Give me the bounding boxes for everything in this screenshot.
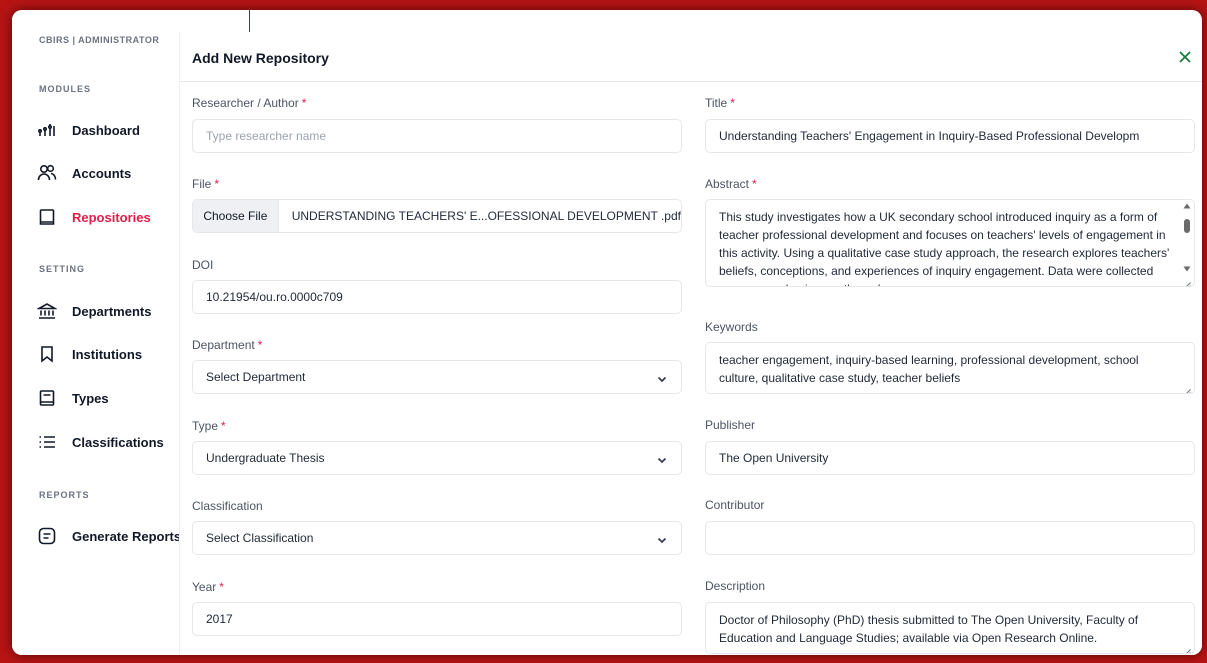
sidebar-item-departments[interactable]: Departments bbox=[36, 298, 151, 324]
scroll-down-icon[interactable] bbox=[1183, 266, 1191, 272]
abstract-label: Abstract * bbox=[705, 177, 757, 191]
publisher-label: Publisher bbox=[705, 418, 756, 432]
sidebar-item-dashboard[interactable]: Dashboard bbox=[36, 117, 140, 143]
abstract-textarea[interactable]: This study investigates how a UK seconda… bbox=[705, 199, 1195, 287]
bookmark-icon bbox=[36, 343, 58, 365]
book-icon bbox=[36, 387, 58, 409]
doi-label: DOI bbox=[192, 258, 214, 272]
sidebar-item-generate-reports[interactable]: Generate Reports bbox=[36, 523, 181, 549]
brand-label: CBIRS | ADMINISTRATOR bbox=[39, 35, 160, 45]
modal-header: Add New Repository bbox=[180, 32, 1202, 82]
resize-grip-icon[interactable] bbox=[1184, 643, 1191, 653]
close-button[interactable] bbox=[1174, 46, 1196, 68]
sidebar-item-label: Departments bbox=[72, 303, 152, 319]
title-label: Title * bbox=[705, 96, 735, 110]
abstract-scrollbar[interactable] bbox=[1180, 200, 1194, 286]
sidebar-item-label: Accounts bbox=[72, 165, 132, 181]
resize-grip-icon[interactable] bbox=[1184, 383, 1191, 393]
chevron-down-icon bbox=[657, 454, 667, 464]
sidebar-item-repositories[interactable]: Repositories bbox=[36, 204, 151, 230]
department-label: Department * bbox=[192, 338, 263, 352]
sidebar-item-classifications[interactable]: Classifications bbox=[36, 429, 164, 455]
users-icon bbox=[36, 162, 58, 184]
sidebar-item-label: Dashboard bbox=[72, 122, 140, 138]
year-label: Year * bbox=[192, 580, 224, 594]
type-label: Type * bbox=[192, 419, 226, 433]
resize-grip-icon[interactable] bbox=[1184, 276, 1191, 286]
add-repository-modal: Add New Repository Researcher / Author * … bbox=[179, 32, 1202, 655]
file-label: File * bbox=[192, 177, 220, 191]
keywords-label: Keywords bbox=[705, 320, 758, 334]
sidebar-item-label: Generate Reports bbox=[72, 528, 182, 544]
contributor-label: Contributor bbox=[705, 498, 765, 512]
description-textarea[interactable]: Doctor of Philosophy (PhD) thesis submit… bbox=[705, 602, 1195, 654]
contributor-input[interactable] bbox=[705, 521, 1195, 555]
sidebar-item-label: Institutions bbox=[72, 346, 143, 362]
report-icon bbox=[36, 525, 58, 547]
sidebar-item-label: Repositories bbox=[72, 209, 151, 225]
publisher-input[interactable]: The Open University bbox=[705, 441, 1195, 475]
researcher-input[interactable]: Type researcher name bbox=[192, 119, 682, 153]
title-input[interactable]: Understanding Teachers' Engagement in In… bbox=[705, 119, 1195, 153]
section-label-setting: SETTING bbox=[39, 264, 86, 274]
sidebar: CBIRS | ADMINISTRATOR MODULES Dashboard … bbox=[12, 10, 182, 655]
section-label-reports: REPORTS bbox=[39, 490, 90, 500]
section-label-modules: MODULES bbox=[39, 84, 91, 94]
researcher-label: Researcher / Author * bbox=[192, 96, 307, 110]
sidebar-item-label: Types bbox=[72, 390, 109, 406]
sidebar-item-institutions[interactable]: Institutions bbox=[36, 341, 142, 367]
classification-select[interactable]: Select Classification bbox=[192, 521, 682, 555]
sidebar-item-label: Classifications bbox=[72, 434, 164, 450]
classification-label: Classification bbox=[192, 499, 263, 513]
sidebar-item-types[interactable]: Types bbox=[36, 385, 109, 411]
description-label: Description bbox=[705, 579, 766, 593]
type-select[interactable]: Undergraduate Thesis bbox=[192, 441, 682, 475]
list-icon bbox=[36, 431, 58, 453]
sidebar-item-accounts[interactable]: Accounts bbox=[36, 160, 131, 186]
dashboard-icon bbox=[36, 119, 58, 141]
modal-title: Add New Repository bbox=[192, 50, 329, 66]
keywords-textarea[interactable]: teacher engagement, inquiry-based learni… bbox=[705, 342, 1195, 394]
doi-input[interactable]: 10.21954/ou.ro.0000c709 bbox=[192, 280, 682, 314]
scroll-up-icon[interactable] bbox=[1183, 203, 1191, 209]
close-icon bbox=[1179, 51, 1191, 63]
file-name: UNDERSTANDING TEACHERS' E...OFESSIONAL D… bbox=[291, 209, 681, 223]
file-input[interactable]: Choose File UNDERSTANDING TEACHERS' E...… bbox=[192, 199, 682, 233]
bank-icon bbox=[36, 300, 58, 322]
choose-file-button[interactable]: Choose File bbox=[193, 200, 279, 232]
chevron-down-icon bbox=[657, 534, 667, 544]
year-input[interactable]: 2017 bbox=[192, 602, 682, 636]
chevron-down-icon bbox=[657, 373, 667, 383]
repository-icon bbox=[36, 206, 58, 228]
department-select[interactable]: Select Department bbox=[192, 360, 682, 394]
app-window: CBIRS | ADMINISTRATOR MODULES Dashboard … bbox=[12, 10, 1202, 655]
scroll-thumb[interactable] bbox=[1184, 219, 1190, 233]
